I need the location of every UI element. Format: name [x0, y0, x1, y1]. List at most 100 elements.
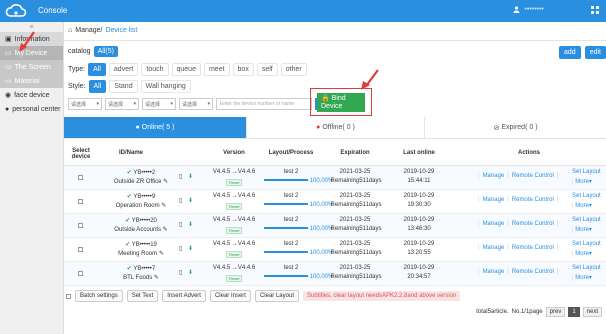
- type-option-advert[interactable]: advert: [108, 63, 139, 76]
- tab-expired[interactable]: ⊘ Expired( 0 ): [425, 117, 606, 138]
- bind-device-button[interactable]: 🔒 Bind Device: [317, 92, 365, 112]
- more-dropdown[interactable]: | More▾: [572, 274, 592, 281]
- set-layout-link[interactable]: Set Layout: [572, 193, 601, 199]
- row-checkbox[interactable]: [78, 223, 83, 228]
- search-input[interactable]: Enter the device number or name: [216, 98, 312, 110]
- type-option-meet[interactable]: meet: [203, 63, 230, 76]
- more-dropdown[interactable]: | More▾: [572, 226, 592, 233]
- type-option-queue[interactable]: queue: [171, 63, 201, 76]
- sidebar-item-face-device[interactable]: ◉ face device: [0, 88, 63, 102]
- version-reset-badge[interactable]: Reset: [226, 227, 243, 234]
- select-all-checkbox[interactable]: [66, 293, 71, 299]
- add-button[interactable]: add: [559, 46, 581, 59]
- set-layout-link[interactable]: Set Layout: [572, 217, 601, 223]
- pencil-icon[interactable]: ✎: [159, 251, 164, 257]
- more-dropdown[interactable]: | More▾: [572, 250, 592, 257]
- clear-layout-button[interactable]: Clear Layout: [254, 290, 299, 302]
- batch-settings-button[interactable]: Batch settings: [75, 290, 123, 302]
- device-id: ✔ YB•••••19: [125, 242, 157, 248]
- device-name[interactable]: BTL Foods ✎: [106, 274, 176, 281]
- tab-offline[interactable]: ● Offline( 0 ): [247, 117, 425, 138]
- tab-online[interactable]: ● Online( 5 ): [64, 117, 247, 138]
- more-dropdown[interactable]: | More▾: [572, 178, 592, 185]
- download-icon[interactable]: ⬇: [188, 245, 193, 252]
- download-icon[interactable]: ⬇: [188, 269, 193, 276]
- device-name[interactable]: Outside ZR Office ✎: [106, 178, 176, 185]
- pager-next-button[interactable]: next: [582, 307, 602, 317]
- sidebar-item-material[interactable]: ▭ Material: [0, 74, 63, 88]
- type-option-all[interactable]: All: [88, 63, 106, 76]
- remote-control-link[interactable]: Remote Control: [512, 221, 554, 227]
- layout-name[interactable]: test 2: [260, 217, 322, 223]
- device-name[interactable]: Operation Room ✎: [106, 202, 176, 209]
- row-checkbox[interactable]: [78, 199, 83, 204]
- set-text-button[interactable]: Set Text: [126, 290, 159, 302]
- pager-prev-button[interactable]: prev: [545, 307, 566, 317]
- remote-control-link[interactable]: Remote Control: [512, 245, 554, 251]
- phone-icon[interactable]: ▯: [179, 221, 182, 228]
- layout-name[interactable]: test 2: [260, 265, 322, 271]
- layout-name[interactable]: test 2: [260, 241, 322, 247]
- manage-link[interactable]: Manage: [483, 197, 505, 203]
- layout-progress: 100.00%: [264, 274, 333, 280]
- filter-select-2[interactable]: 请选择 ▾: [105, 98, 139, 110]
- layout-name[interactable]: test 2: [260, 169, 322, 175]
- user-menu[interactable]: ••••••••: [513, 6, 544, 13]
- phone-icon[interactable]: ▯: [179, 173, 182, 180]
- row-checkbox[interactable]: [78, 175, 83, 180]
- sidebar-item-personal-center[interactable]: ● personal center: [0, 102, 63, 116]
- remote-control-link[interactable]: Remote Control: [512, 197, 554, 203]
- home-icon[interactable]: ⌂: [68, 27, 72, 34]
- more-dropdown[interactable]: | More▾: [572, 202, 592, 209]
- layout-name[interactable]: test 2: [260, 193, 322, 199]
- grid-icon[interactable]: [591, 6, 600, 15]
- download-icon[interactable]: ⬇: [188, 197, 193, 204]
- sidebar-item-the-screen[interactable]: ▭ The Screen: [0, 60, 63, 74]
- pencil-icon[interactable]: ✎: [163, 179, 168, 185]
- last-online-time: 19:30:30: [407, 202, 431, 208]
- set-layout-link[interactable]: Set Layout: [572, 241, 601, 247]
- device-name[interactable]: Outside Accounts ✎: [106, 226, 176, 233]
- version-reset-badge[interactable]: Reset: [226, 275, 243, 282]
- phone-icon[interactable]: ▯: [179, 269, 182, 276]
- filter-select-3[interactable]: 请选择 ▾: [142, 98, 176, 110]
- pager-current-page[interactable]: 1: [568, 307, 580, 317]
- manage-link[interactable]: Manage: [483, 269, 505, 275]
- phone-icon[interactable]: ▯: [179, 197, 182, 204]
- pencil-icon[interactable]: ✎: [161, 203, 166, 209]
- pencil-icon[interactable]: ✎: [154, 275, 159, 281]
- manage-link[interactable]: Manage: [483, 173, 505, 179]
- download-icon[interactable]: ⬇: [188, 221, 193, 228]
- remote-control-link[interactable]: Remote Control: [512, 173, 554, 179]
- insert-advert-button[interactable]: Insert Advert: [162, 290, 206, 302]
- style-option-all[interactable]: All: [88, 80, 107, 93]
- version-reset-badge[interactable]: Reset: [226, 203, 243, 210]
- remote-control-link[interactable]: Remote Control: [512, 269, 554, 275]
- device-id: ✔ YB•••••2: [126, 170, 156, 176]
- set-layout-link[interactable]: Set Layout: [572, 265, 601, 271]
- breadcrumb-root[interactable]: Manage/: [75, 27, 102, 34]
- download-icon[interactable]: ⬇: [188, 173, 193, 180]
- edit-button[interactable]: edit: [584, 46, 606, 59]
- row-checkbox[interactable]: [78, 247, 83, 252]
- filter-select-4[interactable]: 请选择 ▾: [179, 98, 213, 110]
- manage-link[interactable]: Manage: [483, 245, 505, 251]
- catalog-all-button[interactable]: All(5): [93, 46, 118, 57]
- console-label[interactable]: Console: [38, 6, 67, 15]
- type-option-touch[interactable]: touch: [141, 63, 169, 76]
- style-option-stand[interactable]: Stand: [109, 80, 138, 93]
- phone-icon[interactable]: ▯: [179, 245, 182, 252]
- set-layout-link[interactable]: Set Layout: [572, 169, 601, 175]
- version-reset-badge[interactable]: Reset: [226, 179, 243, 186]
- pencil-icon[interactable]: ✎: [163, 227, 168, 233]
- version-reset-badge[interactable]: Reset: [226, 251, 243, 258]
- device-name[interactable]: Meeting Room ✎: [106, 250, 176, 257]
- type-option-other[interactable]: other: [280, 63, 307, 76]
- type-option-box[interactable]: box: [232, 63, 254, 76]
- style-option-wall-hanging[interactable]: Wall hanging: [140, 80, 191, 93]
- type-option-self[interactable]: self: [256, 63, 278, 76]
- row-checkbox[interactable]: [78, 271, 83, 276]
- clear-insert-button[interactable]: Clear Insert: [209, 290, 251, 302]
- filter-select-1[interactable]: 请选择 ▾: [68, 98, 102, 110]
- manage-link[interactable]: Manage: [483, 221, 505, 227]
